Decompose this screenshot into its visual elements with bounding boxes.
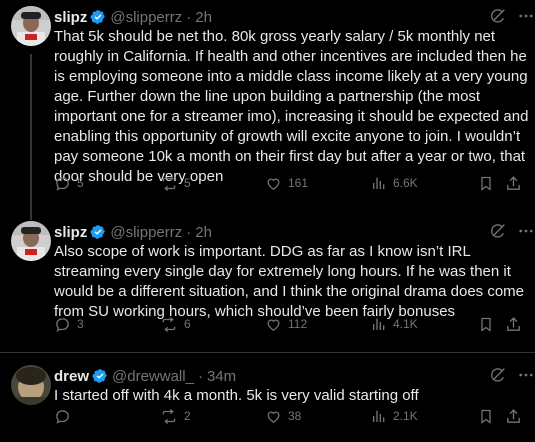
- bookmark-icon: [478, 316, 494, 333]
- tweet-header: slipz @slipperrz · 2h: [54, 222, 535, 242]
- views-button[interactable]: 2.1K: [371, 408, 418, 424]
- display-name[interactable]: slipz: [54, 224, 87, 241]
- display-name[interactable]: slipz: [54, 9, 87, 26]
- user-handle[interactable]: @slipperrz: [110, 224, 182, 241]
- separator-dot: ·: [186, 8, 192, 26]
- repost-button[interactable]: 2: [160, 408, 191, 425]
- reply-icon: [54, 316, 71, 333]
- verified-badge-icon: [90, 9, 106, 25]
- views-count: 6.6K: [393, 176, 418, 190]
- separator-dot: ·: [186, 223, 192, 241]
- more-options-icon[interactable]: [517, 7, 535, 25]
- avatar[interactable]: [11, 365, 51, 405]
- views-count: 4.1K: [393, 317, 418, 331]
- reply-count: 3: [77, 317, 84, 331]
- display-name[interactable]: drew: [54, 368, 89, 385]
- bookmark-icon: [478, 408, 494, 425]
- views-count: 2.1K: [393, 409, 418, 423]
- share-button[interactable]: [505, 175, 522, 192]
- share-button[interactable]: [505, 408, 522, 425]
- repost-button[interactable]: 6: [160, 316, 191, 333]
- like-count: 161: [288, 176, 309, 190]
- tweet-header: slipz @slipperrz · 2h: [54, 7, 535, 27]
- timestamp[interactable]: 2h: [195, 9, 212, 26]
- user-handle[interactable]: @drewwall_: [112, 368, 194, 385]
- more-options-icon[interactable]: [517, 222, 535, 240]
- repost-icon: [160, 175, 178, 192]
- bookmark-icon: [478, 175, 494, 192]
- reply-button[interactable]: 3: [54, 316, 84, 333]
- like-button[interactable]: 161: [265, 175, 308, 192]
- tweet[interactable]: slipz @slipperrz · 2h Also scope of work…: [0, 215, 535, 342]
- like-count: 112: [288, 317, 308, 331]
- separator-dot: ·: [197, 367, 203, 385]
- share-icon: [505, 175, 522, 192]
- tweet[interactable]: drew @drewwall_ · 34m I started off with…: [0, 353, 535, 442]
- views-button[interactable]: 4.1K: [371, 316, 418, 332]
- repost-count: 2: [184, 409, 191, 423]
- share-icon: [505, 316, 522, 333]
- like-count: 38: [288, 409, 302, 423]
- views-chart-icon: [371, 408, 387, 424]
- like-button[interactable]: 112: [265, 316, 307, 333]
- repost-count: 5: [184, 176, 191, 190]
- avatar[interactable]: [11, 221, 51, 261]
- share-button[interactable]: [505, 316, 522, 333]
- tweet[interactable]: slipz @slipperrz · 2h That 5k should be …: [0, 0, 535, 215]
- share-icon: [505, 408, 522, 425]
- repost-count: 6: [184, 317, 191, 331]
- tweet-text: I started off with 4k a month. 5k is ver…: [54, 387, 419, 404]
- grok-icon[interactable]: [489, 366, 507, 384]
- timestamp[interactable]: 2h: [195, 224, 212, 241]
- reply-icon: [54, 408, 71, 425]
- heart-icon: [265, 316, 282, 333]
- bookmark-button[interactable]: [478, 175, 494, 192]
- grok-icon[interactable]: [489, 7, 507, 25]
- verified-badge-icon: [92, 368, 108, 384]
- repost-button[interactable]: 5: [160, 175, 191, 192]
- like-button[interactable]: 38: [265, 408, 301, 425]
- grok-icon[interactable]: [489, 222, 507, 240]
- reply-button[interactable]: 5: [54, 175, 84, 192]
- views-button[interactable]: 6.6K: [371, 175, 418, 191]
- views-chart-icon: [371, 316, 387, 332]
- bookmark-button[interactable]: [478, 408, 494, 425]
- avatar[interactable]: [11, 6, 51, 46]
- reply-icon: [54, 175, 71, 192]
- heart-icon: [265, 408, 282, 425]
- tweet-text: That 5k should be net tho. 80k gross yea…: [54, 28, 529, 185]
- repost-icon: [160, 316, 178, 333]
- repost-icon: [160, 408, 178, 425]
- timestamp[interactable]: 34m: [207, 368, 236, 385]
- verified-badge-icon: [90, 224, 106, 240]
- user-handle[interactable]: @slipperrz: [110, 9, 182, 26]
- more-options-icon[interactable]: [517, 366, 535, 384]
- bookmark-button[interactable]: [478, 316, 494, 333]
- heart-icon: [265, 175, 282, 192]
- tweet-header: drew @drewwall_ · 34m: [54, 366, 535, 386]
- tweet-text: Also scope of work is important. DDG as …: [54, 243, 525, 320]
- reply-count: 5: [77, 176, 84, 190]
- views-chart-icon: [371, 175, 387, 191]
- reply-button[interactable]: [54, 408, 77, 425]
